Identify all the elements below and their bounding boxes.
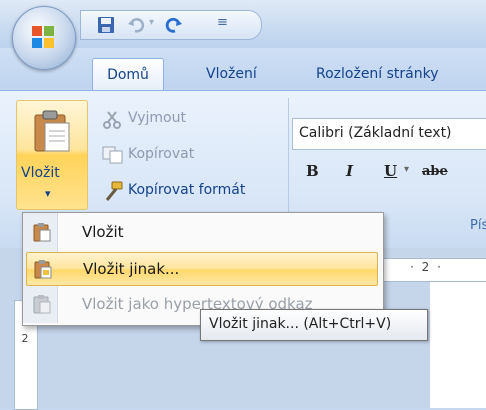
tooltip-text: Vložit jinak... (Alt+Ctrl+V) bbox=[209, 316, 392, 332]
format-painter-button[interactable]: Kopírovat formát bbox=[128, 182, 245, 198]
redo-icon[interactable] bbox=[165, 16, 183, 34]
format-painter-icon bbox=[105, 181, 123, 201]
copy-icon bbox=[102, 146, 123, 164]
group-separator bbox=[288, 98, 289, 228]
font-name-value: Calibri (Základní text) bbox=[299, 125, 452, 141]
menu-item-paste[interactable]: Vložit bbox=[26, 216, 376, 248]
paste-icon bbox=[34, 110, 70, 152]
office-logo-icon bbox=[32, 26, 54, 48]
document-page[interactable] bbox=[430, 282, 486, 408]
qat-dropdown-icon[interactable]: ≡ bbox=[217, 15, 228, 30]
copy-button[interactable]: Kopírovat bbox=[128, 146, 194, 162]
cut-icon bbox=[103, 111, 121, 129]
bold-button[interactable]: B bbox=[306, 162, 319, 180]
menu-item-paste-special[interactable]: Vložit jinak... bbox=[26, 252, 378, 286]
vertical-ruler-mark: 2 bbox=[21, 332, 29, 345]
undo-icon[interactable] bbox=[127, 16, 145, 34]
paste-special-icon bbox=[34, 260, 52, 279]
tab-home[interactable]: Domů bbox=[92, 58, 164, 91]
font-name-input[interactable]: Calibri (Základní text) bbox=[292, 118, 486, 150]
underline-button[interactable]: U bbox=[384, 162, 397, 180]
paste-hyperlink-icon bbox=[33, 295, 51, 314]
tab-page-layout[interactable]: Rozložení stránky bbox=[306, 58, 449, 90]
menu-item-label: Vložit jinak... bbox=[83, 260, 180, 278]
paste-dropdown-icon: ▾ bbox=[45, 187, 51, 200]
tab-insert[interactable]: Vložení bbox=[196, 58, 267, 90]
paste-icon bbox=[33, 223, 51, 242]
italic-button[interactable]: I bbox=[346, 162, 353, 180]
tooltip: Vložit jinak... (Alt+Ctrl+V) bbox=[200, 309, 428, 341]
ruler-marks: · 2 · bbox=[410, 260, 443, 274]
strikethrough-button[interactable]: abe bbox=[422, 164, 448, 179]
paste-button[interactable]: Vložit ▾ bbox=[16, 100, 88, 210]
paste-label: Vložit bbox=[21, 165, 60, 181]
underline-dropdown-icon[interactable]: ▾ bbox=[404, 164, 409, 175]
quick-access-toolbar: ▾ ≡ bbox=[80, 10, 262, 40]
save-icon[interactable] bbox=[97, 16, 115, 34]
undo-dropdown-icon[interactable]: ▾ bbox=[149, 17, 154, 28]
cut-button[interactable]: Vyjmout bbox=[128, 110, 186, 126]
font-group-label: Pís bbox=[470, 218, 486, 233]
menu-item-label: Vložit bbox=[82, 223, 124, 241]
